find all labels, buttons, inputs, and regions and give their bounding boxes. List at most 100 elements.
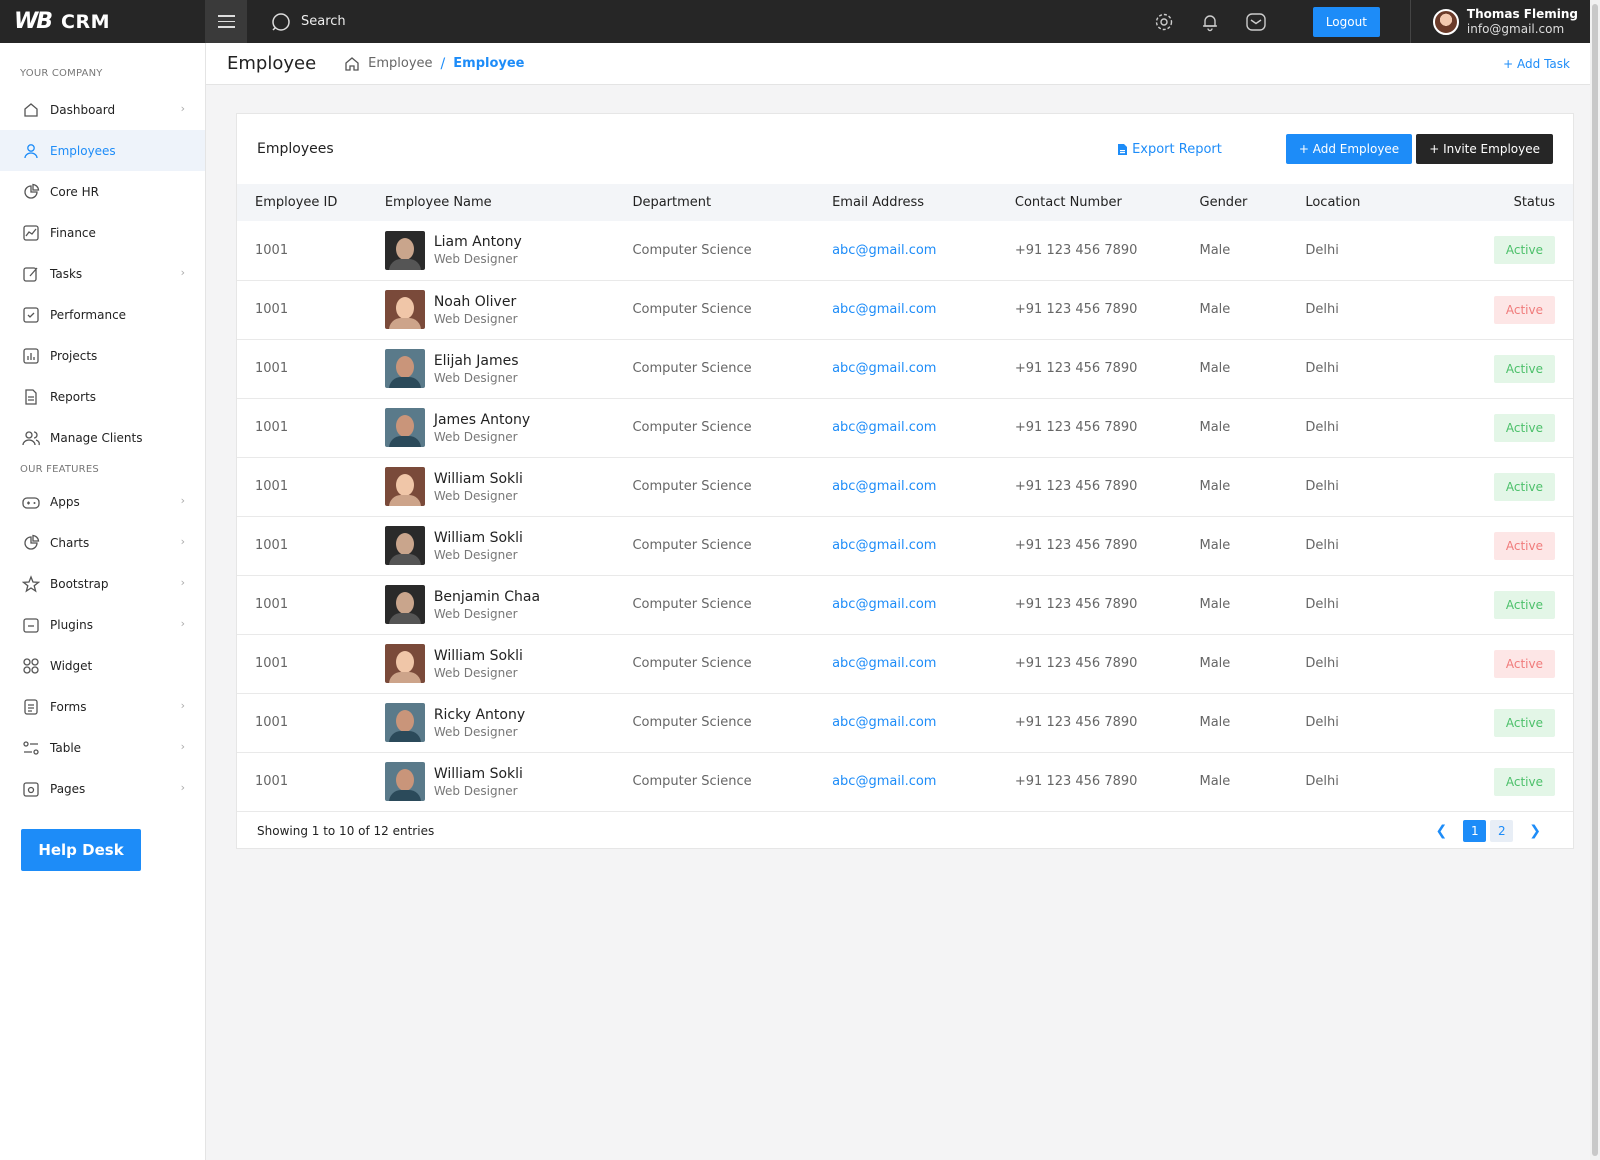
table-row[interactable]: 1001 William Sokli Web Designer Computer Sc… — [237, 457, 1573, 516]
invite-employee-button[interactable]: + Invite Employee — [1416, 134, 1553, 164]
page-number-button[interactable]: 2 — [1490, 819, 1514, 842]
sidebar-item-employees[interactable]: Employees — [0, 130, 205, 171]
home-icon[interactable] — [344, 56, 360, 72]
table-row[interactable]: 1001 William Sokli Web Designer Computer Sc… — [237, 516, 1573, 575]
employee-email[interactable]: abc@gmail.com — [832, 693, 1015, 752]
employee-name[interactable]: William Sokli — [434, 470, 523, 488]
logout-button[interactable]: Logout — [1312, 6, 1380, 37]
employee-department: Computer Science — [632, 479, 752, 494]
add-task-link[interactable]: + Add Task — [1503, 57, 1570, 71]
sidebar-item-label: Plugins — [50, 617, 93, 632]
page-number-button[interactable]: 1 — [1463, 819, 1487, 842]
menu-toggle-button[interactable] — [205, 0, 247, 43]
employee-email[interactable]: abc@gmail.com — [832, 516, 1015, 575]
sidebar-item-tasks[interactable]: Tasks › — [0, 253, 205, 294]
user-menu[interactable]: Thomas Fleming info@gmail.com — [1409, 0, 1600, 43]
employee-name[interactable]: Benjamin Chaa — [434, 588, 540, 606]
employee-phone: +91 123 456 7890 — [1014, 774, 1138, 789]
column-header[interactable]: Employee ID — [237, 184, 385, 221]
brand[interactable]: WB CRM — [0, 0, 205, 43]
page-scrollbar[interactable] — [1590, 0, 1600, 1160]
table-row[interactable]: 1001 William Sokli Web Designer Computer Sc… — [237, 634, 1573, 693]
table-row[interactable]: 1001 Ricky Antony Web Designer Computer Sci… — [237, 693, 1573, 752]
employee-name[interactable]: Noah Oliver — [434, 293, 518, 311]
employee-name[interactable]: Ricky Antony — [434, 706, 525, 724]
scrollbar-thumb[interactable] — [1592, 4, 1598, 1156]
sidebar-item-plugins[interactable]: Plugins › — [0, 604, 205, 645]
employee-email[interactable]: abc@gmail.com — [832, 280, 1015, 339]
help-desk-button[interactable]: Help Desk — [21, 829, 141, 871]
employee-name[interactable]: Liam Antony — [434, 233, 522, 251]
prev-page-button[interactable]: ❮ — [1436, 823, 1448, 839]
sidebar-item-dashboard[interactable]: Dashboard › — [0, 89, 205, 130]
sidebar-item-charts[interactable]: Charts › — [0, 522, 205, 563]
employee-department: Computer Science — [632, 361, 752, 376]
employee-email[interactable]: abc@gmail.com — [832, 339, 1015, 398]
employee-role: Web Designer — [433, 488, 518, 503]
brand-name: CRM — [61, 10, 111, 33]
employee-email[interactable]: abc@gmail.com — [832, 457, 1015, 516]
export-report-button[interactable]: Export Report — [1117, 142, 1222, 157]
employee-department: Computer Science — [632, 538, 752, 553]
status-badge: Active — [1493, 354, 1555, 383]
employee-name[interactable]: Elijah James — [434, 352, 519, 370]
table-row[interactable]: 1001 Noah Oliver Web Designer Computer Scie… — [237, 280, 1573, 339]
sidebar-item-projects[interactable]: Projects — [0, 335, 205, 376]
sidebar-item-table[interactable]: Table › — [0, 727, 205, 768]
breadcrumb-item[interactable]: Employee — [368, 56, 432, 71]
messages-button[interactable] — [1245, 11, 1267, 33]
gear-icon — [1155, 13, 1173, 30]
column-header[interactable]: Location — [1305, 184, 1445, 221]
employee-gender: Male — [1199, 361, 1231, 376]
employee-role: Web Designer — [433, 252, 518, 267]
add-employee-button[interactable]: + Add Employee — [1285, 134, 1413, 164]
sidebar-item-manage-clients[interactable]: Manage Clients — [0, 417, 205, 458]
employee-location: Delhi — [1305, 538, 1339, 553]
sidebar-item-performance[interactable]: Performance — [0, 294, 205, 335]
next-page-button[interactable]: ❯ — [1529, 823, 1541, 839]
employee-name[interactable]: William Sokli — [434, 647, 523, 665]
table-row[interactable]: 1001 Elijah James Web Designer Computer Sci… — [237, 339, 1573, 398]
sidebar-item-label: Apps — [50, 494, 80, 509]
sidebar-item-reports[interactable]: Reports — [0, 376, 205, 417]
settings-button[interactable] — [1153, 11, 1175, 33]
sidebar-item-apps[interactable]: Apps › — [0, 481, 205, 522]
sidebar-item-label: Projects — [50, 348, 98, 363]
employee-email[interactable]: abc@gmail.com — [832, 752, 1015, 811]
employee-department: Computer Science — [632, 242, 752, 258]
sidebar-item-label: Reports — [50, 389, 97, 404]
employee-cell: William Sokli Web Designer — [384, 526, 633, 565]
column-header[interactable]: Contact Number — [1015, 184, 1200, 221]
sidebar-item-bootstrap[interactable]: Bootstrap › — [0, 563, 205, 604]
sidebar-item-forms[interactable]: Forms › — [0, 686, 205, 727]
chevron-right-icon: › — [180, 617, 185, 630]
employee-phone: +91 123 456 7890 — [1014, 242, 1138, 258]
table-row[interactable]: 1001 Liam Antony Web Designer Computer Scie… — [237, 221, 1573, 280]
employee-gender: Male — [1199, 302, 1231, 317]
column-header[interactable]: Status — [1445, 184, 1573, 221]
notifications-button[interactable] — [1199, 11, 1221, 33]
employee-email[interactable]: abc@gmail.com — [832, 221, 1015, 280]
table-row[interactable]: 1001 William Sokli Web Designer Computer Sc… — [237, 752, 1573, 811]
column-header[interactable]: Employee Name — [385, 184, 633, 221]
sidebar-item-widget[interactable]: Widget — [0, 645, 205, 686]
employee-email[interactable]: abc@gmail.com — [832, 398, 1015, 457]
column-header[interactable]: Email Address — [832, 184, 1015, 221]
sidebar-item-core-hr[interactable]: Core HR — [0, 171, 205, 212]
document-icon — [22, 388, 40, 406]
sidebar-item-pages[interactable]: Pages › — [0, 768, 205, 809]
employee-name[interactable]: William Sokli — [434, 765, 523, 783]
sidebar-item-finance[interactable]: Finance — [0, 212, 205, 253]
employee-email[interactable]: abc@gmail.com — [832, 575, 1015, 634]
bar-chart-icon — [22, 347, 40, 365]
column-header[interactable]: Department — [632, 184, 832, 221]
column-header[interactable]: Gender — [1200, 184, 1306, 221]
employee-name[interactable]: William Sokli — [434, 529, 523, 547]
table-row[interactable]: 1001 James Antony Web Designer Computer Sci… — [237, 398, 1573, 457]
employee-email[interactable]: abc@gmail.com — [832, 634, 1015, 693]
table-row[interactable]: 1001 Benjamin Chaa Web Designer Computer Sc… — [237, 575, 1573, 634]
employee-name[interactable]: James Antony — [434, 411, 530, 429]
employee-id: 1001 — [255, 715, 289, 730]
employee-department: Computer Science — [632, 774, 752, 789]
search-button[interactable]: Search — [271, 12, 346, 32]
